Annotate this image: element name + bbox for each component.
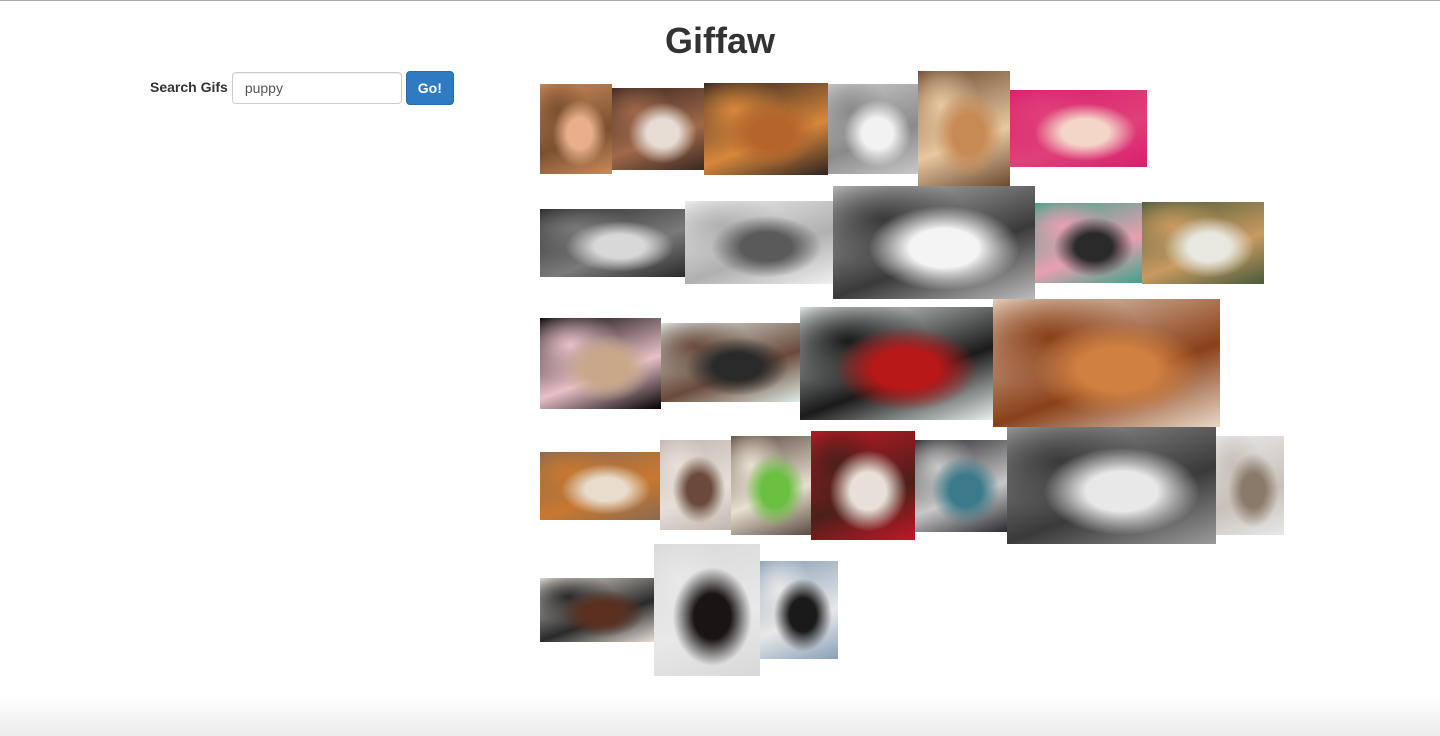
- gif-puppy-13-image[interactable]: [661, 323, 800, 402]
- gif-puppy-14-image[interactable]: [800, 307, 993, 420]
- go-button[interactable]: Go!: [405, 71, 454, 105]
- gif-puppy-10-image[interactable]: [1035, 203, 1142, 283]
- gif-puppy-3-image[interactable]: [704, 83, 828, 175]
- gif-puppy-25-image[interactable]: [760, 561, 838, 659]
- gif-puppy-2-image[interactable]: [612, 88, 704, 170]
- window-top-border: [0, 0, 1440, 1]
- gif-puppy-11-image[interactable]: [1142, 202, 1264, 284]
- window-bottom-shadow: [0, 696, 1440, 736]
- gif-puppy-16-image[interactable]: [540, 452, 660, 520]
- gif-puppy-19-image[interactable]: [811, 431, 915, 540]
- gif-puppy-5-image[interactable]: [918, 71, 1010, 186]
- gif-puppy-8-image[interactable]: [685, 201, 833, 284]
- gif-puppy-9-image[interactable]: [833, 186, 1035, 299]
- gif-puppy-18-image[interactable]: [731, 436, 811, 535]
- gif-puppy-22-image[interactable]: [1216, 436, 1284, 535]
- search-label: Search Gifs: [150, 79, 228, 95]
- gif-puppy-17-image[interactable]: [660, 440, 731, 530]
- search-input[interactable]: [231, 72, 402, 104]
- page-title: Giffaw: [664, 20, 775, 61]
- gif-puppy-7-image[interactable]: [540, 209, 685, 277]
- gif-puppy-6-image[interactable]: [1010, 90, 1147, 167]
- gif-puppy-21-image[interactable]: [1007, 427, 1216, 544]
- gif-puppy-24-image[interactable]: [654, 544, 760, 676]
- gif-puppy-15-image[interactable]: [993, 299, 1220, 427]
- gif-puppy-23-image[interactable]: [540, 578, 654, 642]
- gif-puppy-1-image[interactable]: [540, 84, 612, 174]
- gif-puppy-4-image[interactable]: [828, 84, 918, 174]
- gif-puppy-20-image[interactable]: [915, 440, 1007, 532]
- gif-puppy-12-image[interactable]: [540, 318, 661, 409]
- giffaw-page: Giffaw Search Gifs Go!: [0, 0, 1440, 736]
- search-form: Search Gifs Go!: [150, 71, 454, 105]
